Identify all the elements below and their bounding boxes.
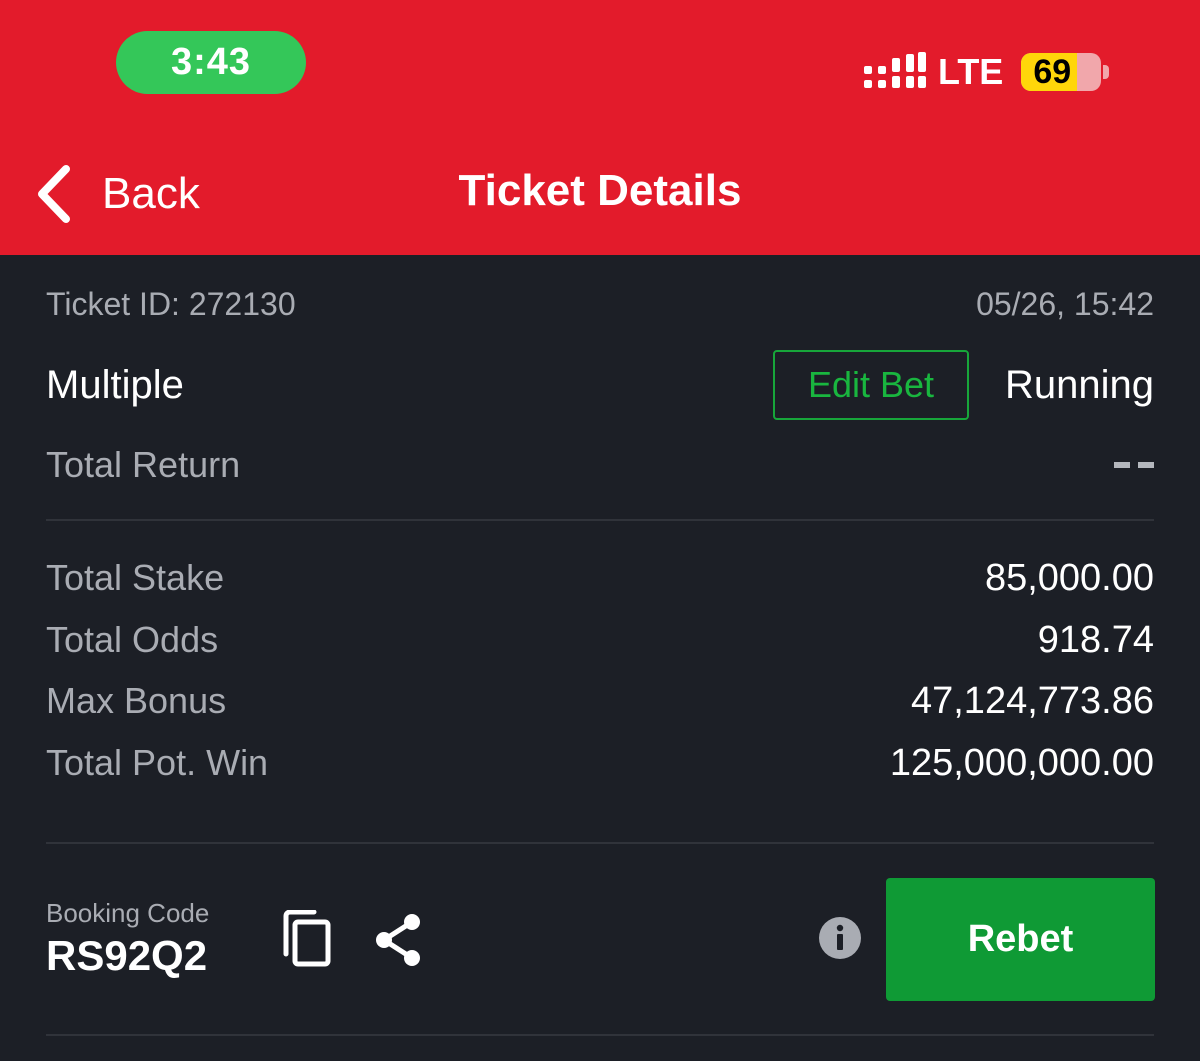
- stat-value: 918.74: [1037, 618, 1154, 661]
- stat-row-total-stake: Total Stake 85,000.00: [46, 553, 1154, 603]
- stat-label: Total Pot. Win: [46, 742, 269, 783]
- share-icon[interactable]: [372, 912, 424, 968]
- battery-tip: [1103, 65, 1110, 79]
- stat-label: Max Bonus: [46, 680, 227, 721]
- booking-code: RS92Q2: [46, 932, 208, 979]
- stat-value: 125,000,000.00: [889, 741, 1154, 784]
- bet-status: Running: [1004, 362, 1154, 407]
- divider: [46, 1034, 1154, 1036]
- stat-label: Total Odds: [46, 619, 219, 660]
- divider: [46, 842, 1154, 844]
- ticket-datetime: 05/26, 15:42: [976, 285, 1154, 322]
- stat-label: Total Stake: [46, 557, 225, 598]
- battery-percent: 69: [1033, 53, 1072, 91]
- page-title: Ticket Details: [458, 166, 742, 215]
- network-type: LTE: [938, 51, 1004, 92]
- app-header: 3:43 LTE 69 Back Ticket Details: [0, 0, 1200, 255]
- stat-value: 47,124,773.86: [910, 679, 1154, 722]
- ticket-id: Ticket ID: 272130: [46, 285, 296, 322]
- stat-row-max-bonus: Max Bonus 47,124,773.86: [46, 676, 1154, 726]
- divider: [46, 519, 1154, 521]
- status-indicators: LTE 69: [862, 48, 1110, 96]
- edit-bet-button[interactable]: Edit Bet: [772, 350, 969, 420]
- copy-icon[interactable]: [280, 910, 332, 968]
- bet-status-group: Edit Bet Running: [772, 350, 1154, 420]
- bet-type: Multiple: [46, 362, 184, 407]
- bet-type-row: Multiple Edit Bet Running: [46, 350, 1154, 420]
- total-return-label: Total Return: [46, 444, 241, 485]
- rebet-button[interactable]: Rebet: [886, 878, 1155, 1001]
- stat-row-total-odds: Total Odds 918.74: [46, 615, 1154, 665]
- status-time: 3:43: [116, 31, 306, 94]
- info-icon[interactable]: [818, 916, 862, 960]
- booking-code-label: Booking Code: [46, 898, 210, 928]
- stat-value: 85,000.00: [984, 556, 1154, 599]
- total-return-row: Total Return: [46, 442, 1154, 488]
- ticket-meta-row: Ticket ID: 272130 05/26, 15:42: [46, 284, 1154, 324]
- battery-icon: 69: [1021, 53, 1102, 91]
- signal-icon: [864, 52, 926, 88]
- total-return-empty-value: [1114, 462, 1154, 468]
- stat-row-total-pot-win: Total Pot. Win 125,000,000.00: [46, 738, 1154, 788]
